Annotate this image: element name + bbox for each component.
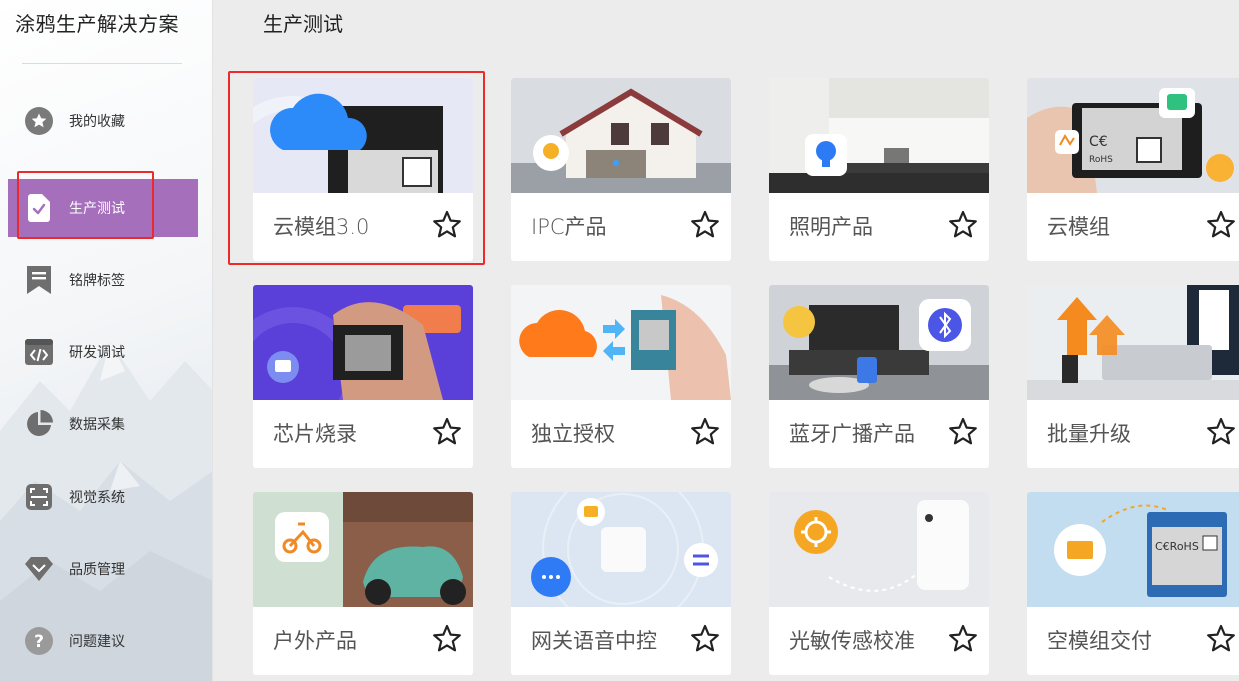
card-chip-burning[interactable]: 芯片烧录 xyxy=(253,285,473,468)
sidebar-item-label: 生产测试 xyxy=(69,201,125,217)
sidebar-item-quality[interactable]: 品质管理 xyxy=(8,540,198,598)
sidebar-item-label: 品质管理 xyxy=(69,562,125,578)
batch-upgrade-image xyxy=(1027,285,1239,400)
favorite-star-icon[interactable] xyxy=(1205,623,1237,655)
sidebar-item-label: 铭牌标签 xyxy=(69,273,125,289)
svg-text:C€RoHS: C€RoHS xyxy=(1155,540,1199,553)
favorite-star-icon[interactable] xyxy=(689,209,721,241)
svg-text:RoHS: RoHS xyxy=(1089,155,1113,165)
scooter-image xyxy=(253,492,473,607)
gateway-voice-image xyxy=(511,492,731,607)
module-chip-image: C€ RoHS xyxy=(1027,78,1239,193)
card-label: 云模组 xyxy=(1047,215,1110,239)
favorite-star-icon[interactable] xyxy=(947,209,979,241)
page-title: 生产测试 xyxy=(263,12,343,36)
sidebar-item-vision-system[interactable]: 视觉系统 xyxy=(8,468,198,526)
sidebar-item-label: 问题建议 xyxy=(69,634,125,650)
cloud-module-image xyxy=(253,78,473,193)
app-title: 涂鸦生产解决方案 xyxy=(15,12,179,36)
sidebar-item-feedback[interactable]: ? 问题建议 xyxy=(8,612,198,670)
sidebar-item-label: 数据采集 xyxy=(69,417,125,433)
sidebar-item-favorites[interactable]: 我的收藏 xyxy=(8,92,198,150)
card-standalone-authorization[interactable]: 独立授权 xyxy=(511,285,731,468)
card-lighting-products[interactable]: 照明产品 xyxy=(769,78,989,261)
sidebar: 涂鸦生产解决方案 我的收藏 生产测试 铭牌标签 研发调试 数据采集 视觉系统 品… xyxy=(0,0,213,681)
favorite-star-icon[interactable] xyxy=(1205,416,1237,448)
favorite-star-icon[interactable] xyxy=(431,623,463,655)
card-label: 照明产品 xyxy=(789,215,873,239)
diamond-icon xyxy=(24,554,54,584)
card-label: 云模组3.0 xyxy=(273,215,370,239)
favorite-star-icon[interactable] xyxy=(1205,209,1237,241)
card-label: 网关语音中控 xyxy=(531,629,657,653)
sidebar-item-production-test[interactable]: 生产测试 xyxy=(8,179,198,237)
sidebar-divider xyxy=(22,63,182,64)
sidebar-item-data-collection[interactable]: 数据采集 xyxy=(8,395,198,453)
sidebar-item-label: 研发调试 xyxy=(69,345,125,361)
sidebar-item-rd-debug[interactable]: 研发调试 xyxy=(8,323,198,381)
favorite-star-icon[interactable] xyxy=(689,416,721,448)
card-label: 批量升级 xyxy=(1047,422,1131,446)
bulb-kitchen-image xyxy=(769,78,989,193)
check-document-icon xyxy=(24,193,54,223)
card-gateway-voice[interactable]: 网关语音中控 xyxy=(511,492,731,675)
card-label: 蓝牙广播产品 xyxy=(789,422,915,446)
card-outdoor-products[interactable]: 户外产品 xyxy=(253,492,473,675)
chip-burn-image xyxy=(253,285,473,400)
sidebar-item-nameplate[interactable]: 铭牌标签 xyxy=(8,251,198,309)
card-label: 户外产品 xyxy=(273,629,357,653)
svg-text:C€: C€ xyxy=(1089,134,1108,150)
card-ipc-products[interactable]: IPC产品 xyxy=(511,78,731,261)
card-bluetooth-broadcast[interactable]: 蓝牙广播产品 xyxy=(769,285,989,468)
favorite-star-icon[interactable] xyxy=(431,209,463,241)
light-sensor-image xyxy=(769,492,989,607)
bookmark-icon xyxy=(24,265,54,295)
star-circle-icon xyxy=(24,106,54,136)
card-cloud-module[interactable]: C€ RoHS 云模组 xyxy=(1027,78,1239,261)
empty-module-image: C€RoHS xyxy=(1027,492,1239,607)
question-circle-icon: ? xyxy=(24,626,54,656)
favorite-star-icon[interactable] xyxy=(431,416,463,448)
card-light-sensor-calibration[interactable]: 光敏传感校准 xyxy=(769,492,989,675)
favorite-star-icon[interactable] xyxy=(689,623,721,655)
card-batch-upgrade[interactable]: 批量升级 xyxy=(1027,285,1239,468)
bluetooth-room-image xyxy=(769,285,989,400)
card-label: 光敏传感校准 xyxy=(789,629,915,653)
favorite-star-icon[interactable] xyxy=(947,623,979,655)
card-label: 独立授权 xyxy=(531,422,615,446)
cloud-authorize-image xyxy=(511,285,731,400)
sidebar-item-label: 我的收藏 xyxy=(69,114,125,130)
card-label: IPC产品 xyxy=(531,215,607,239)
sidebar-item-label: 视觉系统 xyxy=(69,490,125,506)
main-content: 生产测试 云模组3.0 IPC产品 照明产品 C€ RoHS 云模组 芯片烧录 … xyxy=(214,0,1239,681)
card-empty-module-delivery[interactable]: C€RoHS 空模组交付 xyxy=(1027,492,1239,675)
favorite-star-icon[interactable] xyxy=(947,416,979,448)
code-icon xyxy=(24,337,54,367)
card-label: 空模组交付 xyxy=(1047,629,1152,653)
card-label: 芯片烧录 xyxy=(273,422,357,446)
house-camera-image xyxy=(511,78,731,193)
svg-text:?: ? xyxy=(34,632,44,652)
card-cloud-module-3[interactable]: 云模组3.0 xyxy=(253,78,473,261)
pie-chart-icon xyxy=(24,409,54,439)
scan-frame-icon xyxy=(24,482,54,512)
